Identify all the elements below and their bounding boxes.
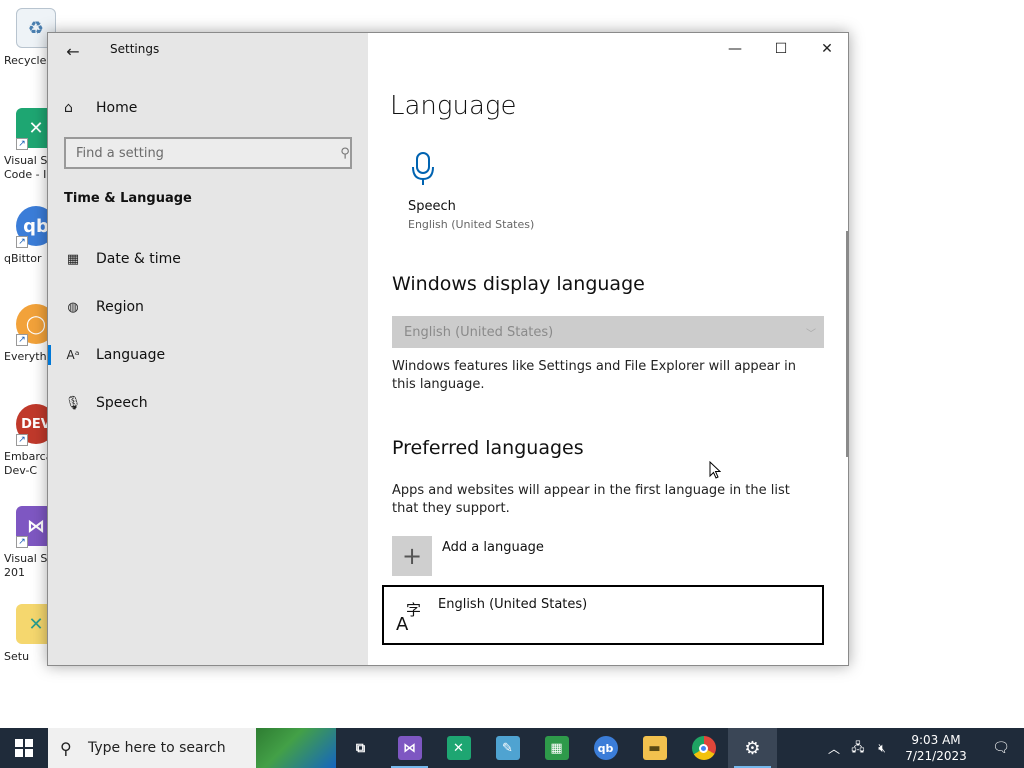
clock[interactable]: 9:03 AM 7/21/2023 [894,732,978,764]
home-label: Home [96,100,138,116]
system-tray: ︿ 🖧︎ 🔇︎ 9:03 AM 7/21/2023 🗨︎ [822,728,1024,768]
file-explorer-icon: ▬ [642,736,667,760]
qbittorrent-icon: qb [593,736,618,760]
globe-icon: ◍ [67,299,79,315]
microphone-icon [412,152,434,185]
network-icon[interactable]: 🖧︎ [846,738,870,759]
shortcut-arrow-icon: ↗ [16,236,28,248]
clock-time: 9:03 AM [911,733,961,747]
shortcut-arrow-icon: ↗ [16,536,28,548]
taskbar: ⚲ Type here to search ⧉ ⋈ ✕ ✎ ▦ qb ▬ ⚙ ︿… [0,728,1024,768]
microphone-icon: 🎙︎ [64,395,82,411]
notification-center-button[interactable]: 🗨︎ [978,728,1024,768]
taskbar-qbittorrent[interactable]: qb [581,728,630,768]
chrome-icon [691,736,716,760]
taskbar-search-placeholder: Type here to search [88,740,226,756]
visual-studio-icon: ⋈ [397,736,422,760]
back-arrow-icon: ← [66,41,80,61]
shortcut-arrow-icon: ↗ [16,334,28,346]
taskbar-task-view[interactable]: ⧉ [336,728,385,768]
minimize-icon: — [728,41,742,57]
taskbar-search-box[interactable]: ⚲ Type here to search [48,728,336,768]
taskbar-file-explorer[interactable]: ▬ [630,728,679,768]
calendar-clock-icon: ▦ [66,251,80,267]
window-controls: — ☐ ✕ [712,33,848,67]
volume-muted-icon[interactable]: 🔇︎ [870,741,894,756]
windows-logo-icon [15,739,33,757]
scrollbar[interactable] [846,231,848,457]
add-language-button[interactable]: + Add a language [392,536,544,576]
speech-tile-name: Speech [408,199,456,214]
speech-tile[interactable]: Speech English (United States) [408,151,548,231]
taskbar-visual-studio[interactable]: ⋈ [385,728,434,768]
settings-icon: ⚙ [744,737,761,759]
plus-icon: + [392,536,432,576]
start-button[interactable] [0,728,48,768]
sidebar-item-label: Date & time [96,251,181,267]
mouse-cursor-icon [709,461,721,479]
notepad-icon: ✎ [495,736,520,760]
sidebar-item-speech[interactable]: 🎙︎ Speech [48,385,368,421]
sidebar-item-label: Region [96,299,144,315]
task-view-icon: ⧉ [355,740,366,756]
search-placeholder: Find a setting [76,145,164,161]
language-icon: Aᵃ [66,348,80,362]
search-highlight-image [256,728,336,768]
display-language-value: English (United States) [404,324,554,340]
taskbar-chrome[interactable] [679,728,728,768]
page-title: Language [390,91,517,121]
maximize-button[interactable]: ☐ [758,33,804,65]
notification-icon: 🗨︎ [992,740,1010,756]
display-language-heading: Windows display language [392,273,645,295]
taskbar-vscode[interactable]: ✕ [434,728,483,768]
language-icon: A字 [396,601,422,635]
close-icon: ✕ [821,41,833,57]
close-button[interactable]: ✕ [804,33,848,65]
display-language-select[interactable]: English (United States) ﹀ [392,316,824,348]
vscode-icon: ✕ [446,736,471,760]
chevron-down-icon: ﹀ [806,328,816,340]
sidebar-item-label: Speech [96,395,148,411]
speech-tile-sub: English (United States) [408,218,535,231]
maximize-icon: ☐ [774,41,788,57]
spreadsheet-icon: ▦ [544,736,569,760]
clock-date: 7/21/2023 [905,749,967,763]
language-list-item[interactable]: A字 English (United States) [382,585,824,645]
show-hidden-icons-chevron-icon[interactable]: ︿ [822,740,846,757]
search-icon[interactable]: ⚲ [328,146,350,161]
language-item-label: English (United States) [438,597,588,612]
window-title: Settings [110,42,160,56]
minimize-button[interactable]: — [712,33,758,65]
section-title: Time & Language [64,191,192,206]
preferred-languages-description: Apps and websites will appear in the fir… [392,483,790,516]
search-icon: ⚲ [60,738,72,758]
home-nav[interactable]: ⌂ Home [64,97,137,119]
taskbar-settings[interactable]: ⚙ [728,728,777,768]
shortcut-arrow-icon: ↗ [16,138,28,150]
sidebar: ← Settings ⌂ Home Find a setting ⚲ Time … [48,33,368,665]
add-language-label: Add a language [442,540,544,555]
settings-window: ← Settings ⌂ Home Find a setting ⚲ Time … [47,32,849,666]
taskbar-spreadsheet[interactable]: ▦ [532,728,581,768]
sidebar-item-label: Language [96,347,166,363]
back-button[interactable]: ← [62,40,84,62]
shortcut-arrow-icon: ↗ [16,434,28,446]
display-language-description: Windows features like Settings and File … [392,359,796,392]
sidebar-item-region[interactable]: ◍ Region [48,289,368,325]
search-input[interactable]: Find a setting ⚲ [64,137,352,169]
home-icon: ⌂ [64,100,73,116]
sidebar-item-language[interactable]: Aᵃ Language [48,337,368,373]
content-pane: — ☐ ✕ Language Speech English (United St… [368,33,848,665]
taskbar-notepad[interactable]: ✎ [483,728,532,768]
preferred-languages-heading: Preferred languages [392,437,584,459]
sidebar-item-date-time[interactable]: ▦ Date & time [48,241,368,277]
